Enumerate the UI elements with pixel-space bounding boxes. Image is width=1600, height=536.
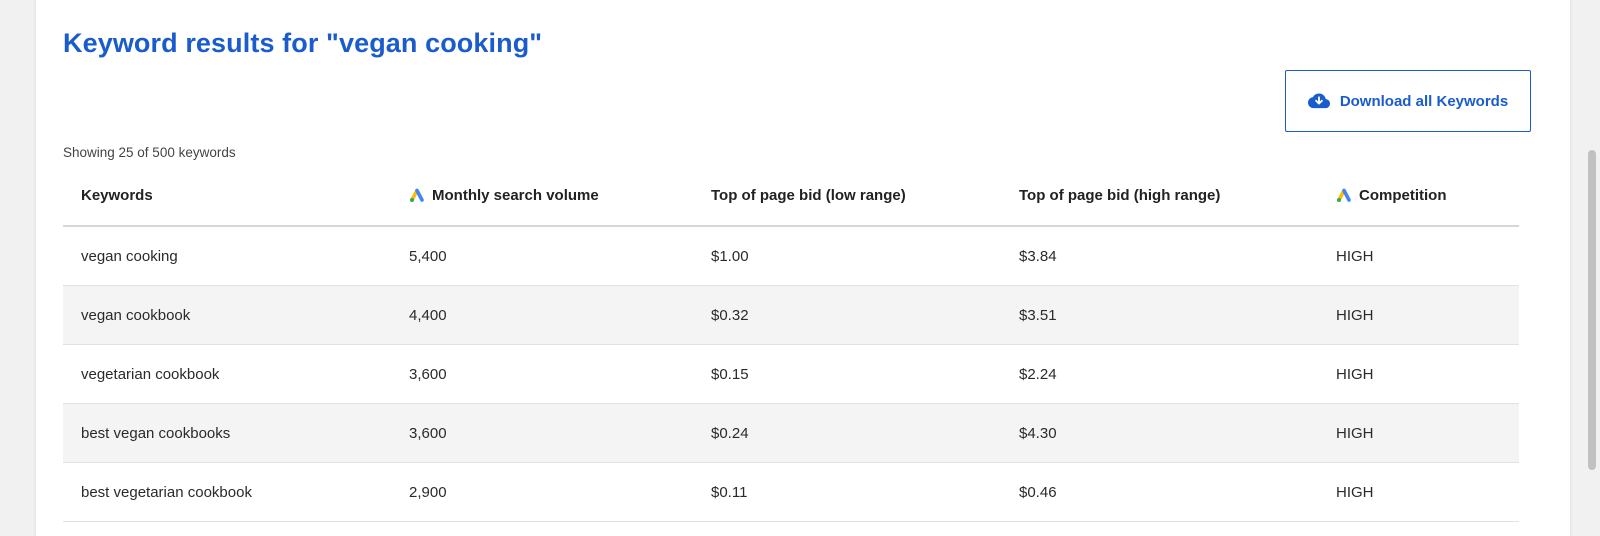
table-row: vegan cookbook 4,400 $0.32 $3.51 HIGH	[63, 286, 1519, 345]
google-ads-icon	[1337, 188, 1351, 202]
low-bid-cell: $1.00	[711, 247, 749, 265]
volume-cell: 5,400	[409, 247, 447, 265]
competition-cell: HIGH	[1336, 247, 1374, 265]
volume-cell: 4,400	[409, 306, 447, 324]
high-bid-cell: $3.84	[1019, 247, 1057, 265]
low-bid-cell: $0.32	[711, 306, 749, 324]
table-row: best vegetarian cookbook 2,900 $0.11 $0.…	[63, 463, 1519, 522]
competition-cell: HIGH	[1336, 365, 1374, 383]
competition-cell: HIGH	[1336, 424, 1374, 442]
high-bid-cell: $2.24	[1019, 365, 1057, 383]
keyword-cell: vegan cooking	[81, 247, 178, 265]
volume-cell: 3,600	[409, 365, 447, 383]
cloud-download-icon	[1307, 93, 1330, 109]
keyword-cell: best vegan cookbooks	[81, 424, 231, 442]
column-header-competition[interactable]: Competition	[1318, 187, 1519, 204]
google-ads-icon	[410, 188, 424, 202]
scrollbar-thumb[interactable]	[1588, 150, 1596, 470]
low-bid-cell: $0.24	[711, 424, 749, 442]
column-header-high-bid[interactable]: Top of page bid (high range)	[1001, 187, 1318, 204]
table-row: vegan cooking 5,400 $1.00 $3.84 HIGH	[63, 227, 1519, 286]
keyword-cell: vegetarian cookbook	[81, 365, 220, 383]
volume-cell: 2,900	[409, 483, 447, 501]
volume-cell: 3,600	[409, 424, 447, 442]
results-count: Showing 25 of 500 keywords	[63, 145, 236, 160]
high-bid-cell: $3.51	[1019, 306, 1057, 324]
download-all-keywords-button[interactable]: Download all Keywords	[1285, 70, 1531, 132]
table-row: best vegan cookbooks 3,600 $0.24 $4.30 H…	[63, 404, 1519, 463]
high-bid-cell: $4.30	[1019, 424, 1057, 442]
keyword-cell: best vegetarian cookbook	[81, 483, 252, 501]
download-button-label: Download all Keywords	[1339, 92, 1509, 110]
keyword-cell: vegan cookbook	[81, 306, 191, 324]
keyword-results-card: Keyword results for "vegan cooking" Down…	[36, 0, 1570, 536]
vertical-scrollbar[interactable]	[1584, 0, 1600, 536]
competition-cell: HIGH	[1336, 306, 1374, 324]
low-bid-cell: $0.11	[711, 483, 748, 501]
column-header-keywords[interactable]: Keywords	[63, 187, 391, 204]
high-bid-cell: $0.46	[1019, 483, 1057, 501]
keyword-table: Keywords Monthly search volume Top of pa…	[63, 165, 1519, 522]
competition-cell: HIGH	[1336, 483, 1374, 501]
column-header-monthly-search-volume[interactable]: Monthly search volume	[391, 187, 693, 204]
column-header-low-bid[interactable]: Top of page bid (low range)	[693, 187, 1001, 204]
page-title: Keyword results for "vegan cooking"	[63, 28, 543, 58]
low-bid-cell: $0.15	[711, 365, 749, 383]
table-header-row: Keywords Monthly search volume Top of pa…	[63, 165, 1519, 227]
table-row: vegetarian cookbook 3,600 $0.15 $2.24 HI…	[63, 345, 1519, 404]
page: Keyword results for "vegan cooking" Down…	[0, 0, 1600, 536]
